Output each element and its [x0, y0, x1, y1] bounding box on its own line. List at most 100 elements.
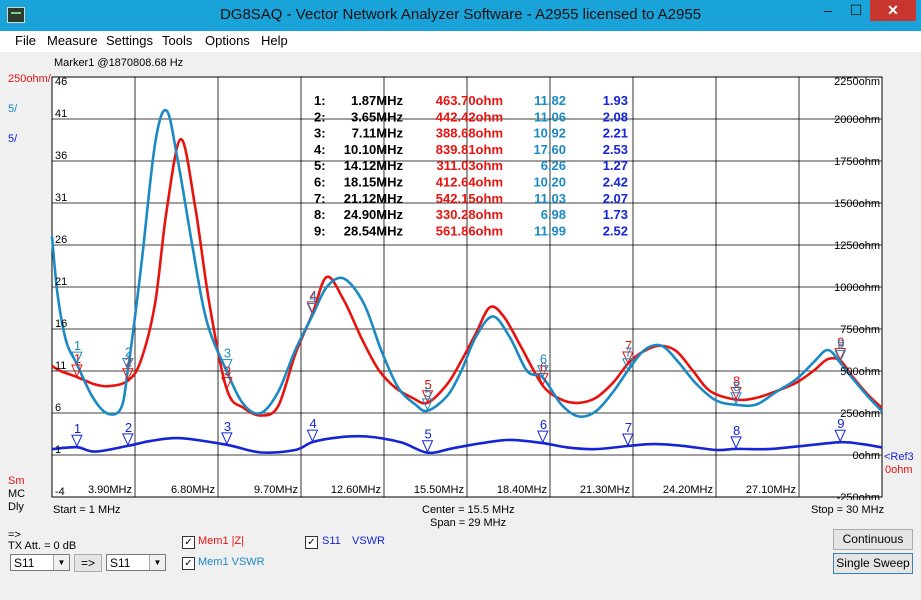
right-axis-tick: 1250ohm — [834, 240, 880, 252]
left-axis-tick: 31 — [55, 192, 67, 204]
marker-table-cell: 1.73 — [603, 207, 628, 222]
marker-table-cell: 4: — [314, 142, 326, 157]
left-axis-tick: 11 — [55, 360, 66, 372]
copy-trace-button[interactable]: => — [74, 554, 102, 572]
marker-table-cell: 5: — [314, 158, 326, 173]
right-axis-tick: 750ohm — [840, 324, 880, 336]
left-axis-scale-mem-vswr: 5/ — [8, 103, 18, 115]
marker-table-cell: 9: — [314, 223, 326, 238]
marker-label: 5 — [425, 427, 432, 442]
right-axis-tick: 0ohm — [852, 450, 880, 462]
mem1-z-checkbox[interactable]: ✓ — [182, 536, 195, 549]
marker-table-cell: 2.21 — [603, 126, 628, 141]
marker-table-cell: 388.68ohm — [436, 126, 503, 141]
marker-table-cell: 442.42ohm — [436, 109, 503, 124]
marker-table-cell: 11.03 — [534, 191, 566, 206]
left-axis-tick: 46 — [55, 76, 67, 88]
marker-table-cell: 412.64ohm — [436, 175, 503, 190]
marker-table-cell: 24.90MHz — [344, 207, 404, 222]
s11-vswr-checkbox[interactable]: ✓ — [305, 536, 318, 549]
mem1-vswr-checkbox[interactable]: ✓ — [182, 557, 195, 570]
stop-freq: Stop = 30 MHz — [811, 504, 885, 516]
marker-label: 1 — [74, 421, 81, 436]
marker-label: 3 — [224, 419, 231, 434]
right-axis-tick: 1750ohm — [834, 156, 880, 168]
marker-table-cell: 17.60 — [533, 142, 566, 157]
left-axis-tick: 21 — [55, 276, 67, 288]
marker-table-cell: 542.15ohm — [436, 191, 503, 206]
menu-help[interactable]: Help — [261, 33, 288, 48]
marker-table-cell: 2.07 — [603, 191, 628, 206]
x-axis-tick: 21.30MHz — [580, 484, 630, 496]
right-axis-tick: 2250ohm — [834, 76, 880, 88]
x-axis-tick: 9.70MHz — [254, 484, 298, 496]
vswr-label: VSWR — [352, 535, 385, 547]
right-axis-tick: -250ohm — [837, 492, 880, 500]
left-axis-tick: -4 — [55, 486, 65, 498]
marker-table-cell: 11.99 — [534, 223, 566, 238]
marker-table-cell: 2.42 — [603, 175, 628, 190]
trace-select-2[interactable]: S11 ▼ — [106, 554, 166, 571]
continuous-button[interactable]: Continuous — [833, 529, 913, 550]
marker-label: 6 — [540, 352, 547, 367]
marker-label: 7 — [625, 345, 632, 360]
x-axis-tick: 12.60MHz — [331, 484, 381, 496]
marker-table-cell: 6.26 — [541, 158, 566, 173]
right-axis-tick: 250ohm — [840, 408, 880, 420]
marker-label: 2 — [125, 344, 132, 359]
marker-label: 4 — [309, 290, 316, 305]
menu-options[interactable]: Options — [205, 33, 250, 48]
mem1-z-label: Mem1 |Z| — [198, 535, 245, 547]
label-mc: MC — [8, 488, 26, 500]
chevron-down-icon[interactable]: ▼ — [53, 555, 69, 570]
x-axis-tick: 27.10MHz — [746, 484, 796, 496]
maximize-button[interactable]: ☐ — [842, 0, 870, 21]
left-axis-scale-vswr: 5/ — [8, 133, 18, 145]
marker-label: 4 — [309, 416, 316, 431]
ref-value: 0ohm — [885, 464, 913, 476]
menu-bar: File Measure Settings Tools Options Help — [0, 31, 921, 52]
start-freq: Start = 1 MHz — [53, 504, 121, 516]
marker-table-cell: 14.12MHz — [344, 158, 404, 173]
marker-table-cell: 561.86ohm — [436, 223, 503, 238]
left-axis-tick: 6 — [55, 402, 61, 414]
x-axis-tick: 24.20MHz — [663, 484, 713, 496]
marker-label: 5 — [425, 385, 432, 400]
left-axis-tick: 16 — [55, 318, 67, 330]
tx-att-label: TX Att. = 0 dB — [8, 540, 77, 552]
menu-measure[interactable]: Measure — [47, 33, 98, 48]
marker-label: 7 — [625, 420, 632, 435]
marker-label: 9 — [837, 337, 844, 352]
right-axis-tick: 1000ohm — [834, 282, 880, 294]
left-axis-tick: 41 — [55, 108, 67, 120]
marker-table-cell: 2: — [314, 109, 326, 124]
marker-table-cell: 839.81ohm — [436, 142, 503, 157]
marker-label: 2 — [125, 420, 132, 435]
marker-table-cell: 6.98 — [541, 207, 566, 222]
marker-label: 3 — [224, 346, 231, 361]
chevron-down-icon[interactable]: ▼ — [149, 555, 165, 570]
marker-table-cell: 2.08 — [603, 109, 628, 124]
marker-table-cell: 10.92 — [533, 126, 566, 141]
marker-table-cell: 11.82 — [534, 93, 566, 108]
marker-label: 1 — [74, 338, 81, 353]
menu-tools[interactable]: Tools — [162, 33, 192, 48]
marker-table-cell: 3: — [314, 126, 326, 141]
left-axis-tick: 1 — [55, 444, 61, 456]
x-axis-tick: 6.80MHz — [171, 484, 215, 496]
window-title: DG8SAQ - Vector Network Analyzer Softwar… — [219, 6, 702, 23]
close-button[interactable]: ✕ — [870, 0, 916, 21]
vna-plot[interactable]: 111222333444555666777888999 1: 1.87MHz 463… — [0, 70, 921, 500]
left-axis-scale-z: 250ohm/ — [8, 73, 51, 85]
single-sweep-button[interactable]: Single Sweep — [833, 553, 913, 574]
trace-select-1[interactable]: S11 ▼ — [10, 554, 70, 571]
minimize-button[interactable]: – — [814, 0, 842, 21]
menu-file[interactable]: File — [15, 33, 36, 48]
marker-table-cell: 18.15MHz — [344, 175, 404, 190]
marker-table-cell: 2.52 — [603, 223, 628, 238]
trace-select-2-value: S11 — [110, 556, 131, 570]
x-axis-tick: 18.40MHz — [497, 484, 547, 496]
marker-table-cell: 1: — [314, 93, 326, 108]
menu-settings[interactable]: Settings — [106, 33, 153, 48]
x-axis-tick: 3.90MHz — [88, 484, 132, 496]
